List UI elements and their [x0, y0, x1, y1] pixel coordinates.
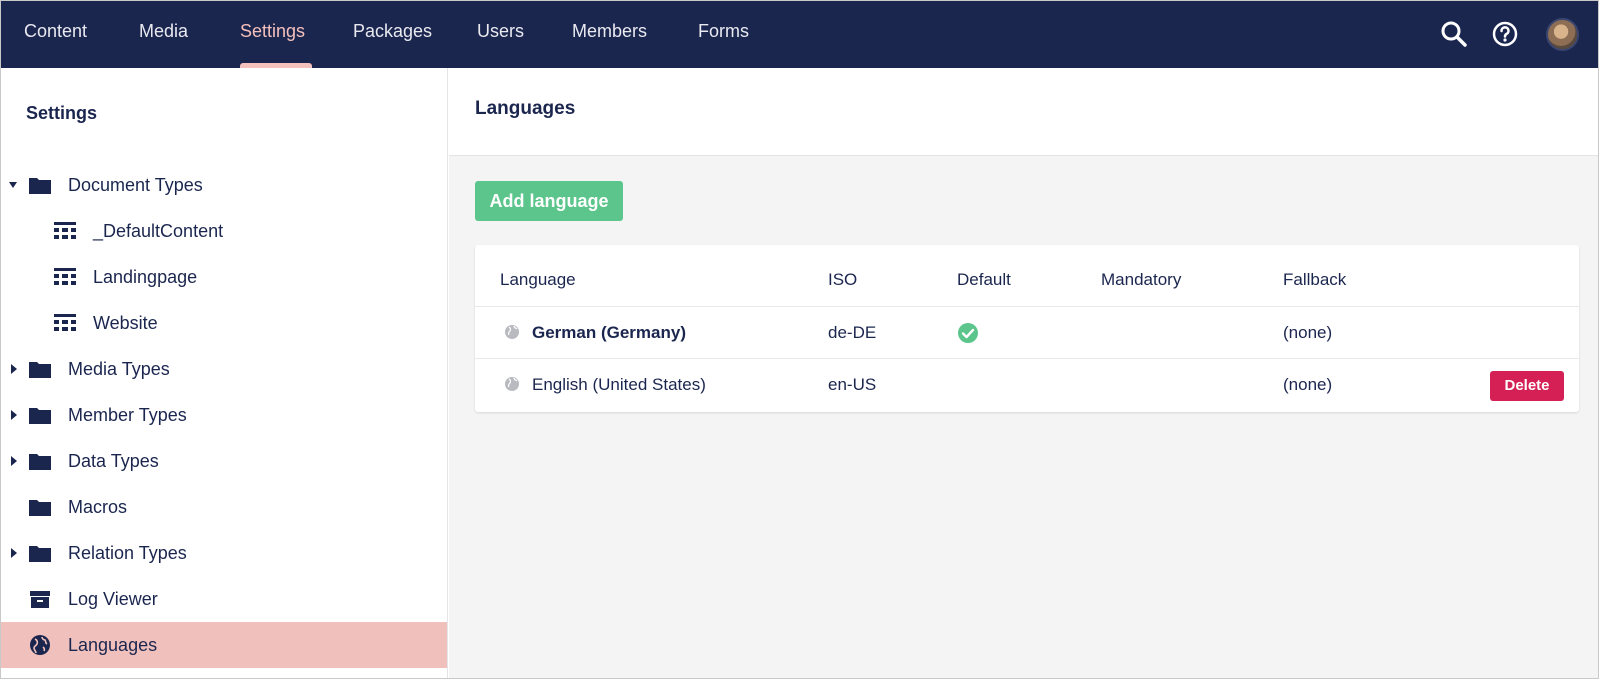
tree-item-website[interactable]: Website	[1, 300, 447, 346]
tree-item-landingpage[interactable]: Landingpage	[1, 254, 447, 300]
tree-item-member-types[interactable]: Member Types	[1, 392, 447, 438]
app-window: Content Media Settings Packages Users Me…	[0, 0, 1599, 679]
tree-item-label: Log Viewer	[68, 589, 158, 609]
table-row[interactable]: English (United States) en-US (none) Del…	[475, 358, 1579, 411]
delete-language-button[interactable]: Delete	[1490, 371, 1564, 401]
language-name[interactable]: English (United States)	[532, 375, 706, 395]
tree-item-log-viewer[interactable]: Log Viewer	[1, 576, 447, 622]
search-icon[interactable]	[1439, 19, 1469, 49]
folder-icon	[29, 362, 51, 378]
add-language-button[interactable]: Add language	[475, 181, 623, 221]
nav-users[interactable]: Users	[477, 21, 524, 42]
language-name[interactable]: German (Germany)	[532, 323, 686, 343]
page-title: Languages	[475, 98, 576, 119]
languages-panel: Languages Add language Language ISO Defa…	[449, 68, 1598, 678]
nav-settings[interactable]: Settings	[240, 21, 305, 42]
nav-content[interactable]: Content	[24, 21, 87, 42]
check-circle-icon	[958, 323, 978, 343]
globe-icon	[30, 635, 50, 655]
tree-item-label: Landingpage	[93, 267, 198, 287]
globe-icon	[505, 377, 519, 391]
globe-icon	[505, 325, 519, 339]
panel-header: Languages	[449, 68, 1598, 156]
iso-code: de-DE	[828, 323, 877, 342]
user-avatar[interactable]	[1546, 18, 1579, 51]
folder-icon	[29, 408, 51, 424]
tree-item-languages[interactable]: Languages	[1, 622, 447, 668]
nav-media[interactable]: Media	[139, 21, 188, 42]
tree-item-document-types[interactable]: Document Types	[1, 162, 447, 208]
tree-item-relation-types[interactable]: Relation Types	[1, 530, 447, 576]
fallback-value: (none)	[1283, 375, 1333, 394]
top-navigation-bar: Content Media Settings Packages Users Me…	[1, 1, 1598, 68]
sidebar-title: Settings	[26, 103, 98, 123]
caret-right-icon[interactable]	[8, 409, 18, 421]
tree-item-label: Data Types	[68, 451, 159, 471]
caret-down-icon[interactable]	[8, 179, 18, 191]
iso-code: en-US	[828, 375, 877, 394]
caret-right-icon[interactable]	[8, 547, 18, 559]
tree-item-label: Media Types	[68, 359, 170, 379]
nav-packages[interactable]: Packages	[353, 21, 432, 42]
tree-item-label: Member Types	[68, 405, 187, 425]
tree-item-data-types[interactable]: Data Types	[1, 438, 447, 484]
caret-right-icon[interactable]	[8, 363, 18, 375]
column-header-language[interactable]: Language	[500, 270, 576, 290]
folder-icon	[29, 454, 51, 470]
doc-type-icon	[54, 222, 76, 239]
folder-icon	[29, 178, 51, 194]
settings-tree-sidebar: Settings Document Types _DefaultContent …	[1, 68, 448, 678]
help-icon[interactable]	[1490, 19, 1520, 49]
column-header-default[interactable]: Default	[957, 270, 1011, 290]
tree-item-label: Relation Types	[68, 543, 187, 563]
folder-icon	[29, 500, 51, 516]
tree-item-default-content[interactable]: _DefaultContent	[1, 208, 447, 254]
tree-item-label: _DefaultContent	[93, 221, 224, 241]
tree-item-label: Document Types	[68, 175, 203, 195]
folder-icon	[29, 546, 51, 562]
doc-type-icon	[54, 314, 76, 331]
languages-table: Language ISO Default Mandatory Fallback …	[475, 245, 1579, 412]
column-header-iso[interactable]: ISO	[828, 270, 857, 290]
tree-item-media-types[interactable]: Media Types	[1, 346, 447, 392]
tree-item-label: Languages	[68, 635, 158, 655]
column-header-fallback[interactable]: Fallback	[1283, 270, 1346, 290]
nav-forms[interactable]: Forms	[698, 21, 749, 42]
tree-item-label: Macros	[68, 497, 128, 517]
column-header-mandatory[interactable]: Mandatory	[1101, 270, 1181, 290]
table-row[interactable]: German (Germany) de-DE (none)	[475, 306, 1579, 359]
caret-right-icon[interactable]	[8, 455, 18, 467]
archive-icon	[30, 591, 50, 608]
nav-members[interactable]: Members	[572, 21, 647, 42]
tree-item-macros[interactable]: Macros	[1, 484, 447, 530]
tree-item-label: Website	[93, 313, 158, 333]
doc-type-icon	[54, 268, 76, 285]
fallback-value: (none)	[1283, 323, 1333, 342]
